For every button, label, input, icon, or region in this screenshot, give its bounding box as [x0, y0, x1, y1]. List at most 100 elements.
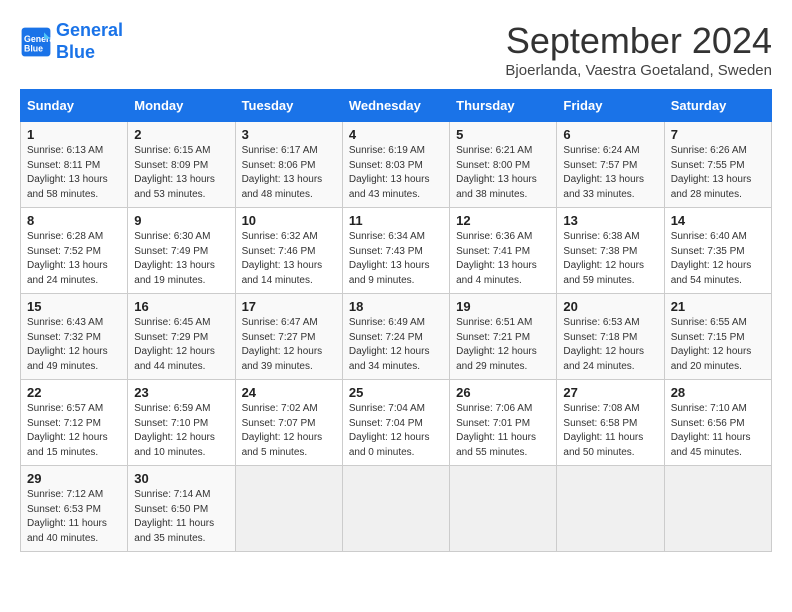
weekday-header-friday: Friday — [557, 90, 664, 122]
weekday-header-saturday: Saturday — [664, 90, 771, 122]
calendar-cell: 4 Sunrise: 6:19 AMSunset: 8:03 PMDaylight… — [342, 122, 449, 208]
logo-icon: General Blue — [20, 26, 52, 58]
title-block: September 2024 Bjoerlanda, Vaestra Goeta… — [505, 20, 772, 79]
calendar-cell: 24 Sunrise: 7:02 AMSunset: 7:07 PMDayligh… — [235, 380, 342, 466]
calendar-body: 1 Sunrise: 6:13 AMSunset: 8:11 PMDaylight… — [21, 122, 772, 552]
cell-info: Sunrise: 6:26 AMSunset: 7:55 PMDaylight:… — [671, 144, 765, 202]
cell-info: Sunrise: 7:06 AMSunset: 7:01 PMDaylight:… — [456, 402, 550, 460]
day-number: 30 — [134, 471, 228, 486]
calendar-week-2: 8Sunrise: 6:28 AMSunset: 7:52 PMDaylight… — [21, 208, 772, 294]
day-number: 26 — [456, 385, 550, 400]
calendar-week-3: 15 Sunrise: 6:43 AMSunset: 7:32 PMDayligh… — [21, 294, 772, 380]
month-title: September 2024 — [505, 20, 772, 62]
cell-info: Sunrise: 6:38 AMSunset: 7:38 PMDaylight:… — [563, 230, 657, 288]
day-number: 10 — [242, 213, 336, 228]
calendar-cell — [557, 466, 664, 552]
cell-info: Sunrise: 6:51 AMSunset: 7:21 PMDaylight:… — [456, 316, 550, 374]
cell-info: Sunrise: 6:21 AMSunset: 8:00 PMDaylight:… — [456, 144, 550, 202]
day-number: 18 — [349, 299, 443, 314]
calendar-cell: 3 Sunrise: 6:17 AMSunset: 8:06 PMDaylight… — [235, 122, 342, 208]
calendar-cell: 11Sunrise: 6:34 AMSunset: 7:43 PMDayligh… — [342, 208, 449, 294]
calendar-header: SundayMondayTuesdayWednesdayThursdayFrid… — [21, 90, 772, 122]
calendar-cell: 27Sunrise: 7:08 AMSunset: 6:58 PMDayligh… — [557, 380, 664, 466]
calendar-cell: 13Sunrise: 6:38 AMSunset: 7:38 PMDayligh… — [557, 208, 664, 294]
cell-info: Sunrise: 6:30 AMSunset: 7:49 PMDaylight:… — [134, 230, 228, 288]
calendar-cell: 12 Sunrise: 6:36 AMSunset: 7:41 PMDayligh… — [450, 208, 557, 294]
calendar-cell: 17 Sunrise: 6:47 AMSunset: 7:27 PMDayligh… — [235, 294, 342, 380]
day-number: 12 — [456, 213, 550, 228]
calendar-cell — [664, 466, 771, 552]
cell-info: Sunrise: 7:02 AMSunset: 7:07 PMDaylight:… — [242, 402, 336, 460]
calendar-cell: 18 Sunrise: 6:49 AMSunset: 7:24 PMDayligh… — [342, 294, 449, 380]
cell-info: Sunrise: 7:10 AMSunset: 6:56 PMDaylight:… — [671, 402, 765, 460]
calendar-cell: 6 Sunrise: 6:24 AMSunset: 7:57 PMDaylight… — [557, 122, 664, 208]
day-number: 3 — [242, 127, 336, 142]
cell-info: Sunrise: 6:47 AMSunset: 7:27 PMDaylight:… — [242, 316, 336, 374]
day-number: 15 — [27, 299, 121, 314]
day-number: 14 — [671, 213, 765, 228]
cell-info: Sunrise: 6:36 AMSunset: 7:41 PMDaylight:… — [456, 230, 550, 288]
weekday-header-monday: Monday — [128, 90, 235, 122]
cell-info: Sunrise: 6:45 AMSunset: 7:29 PMDaylight:… — [134, 316, 228, 374]
calendar-week-1: 1 Sunrise: 6:13 AMSunset: 8:11 PMDaylight… — [21, 122, 772, 208]
day-number: 24 — [242, 385, 336, 400]
header-row: SundayMondayTuesdayWednesdayThursdayFrid… — [21, 90, 772, 122]
calendar-cell: 25 Sunrise: 7:04 AMSunset: 7:04 PMDayligh… — [342, 380, 449, 466]
calendar-cell: 2Sunrise: 6:15 AMSunset: 8:09 PMDaylight… — [128, 122, 235, 208]
calendar-cell: 15 Sunrise: 6:43 AMSunset: 7:32 PMDayligh… — [21, 294, 128, 380]
calendar-cell: 14Sunrise: 6:40 AMSunset: 7:35 PMDayligh… — [664, 208, 771, 294]
calendar-cell — [450, 466, 557, 552]
logo-subtext: Blue — [56, 42, 123, 64]
calendar-cell: 29Sunrise: 7:12 AMSunset: 6:53 PMDayligh… — [21, 466, 128, 552]
day-number: 5 — [456, 127, 550, 142]
calendar-cell: 8Sunrise: 6:28 AMSunset: 7:52 PMDaylight… — [21, 208, 128, 294]
day-number: 20 — [563, 299, 657, 314]
calendar-cell: 28 Sunrise: 7:10 AMSunset: 6:56 PMDayligh… — [664, 380, 771, 466]
cell-info: Sunrise: 7:04 AMSunset: 7:04 PMDaylight:… — [349, 402, 443, 460]
calendar-cell: 1 Sunrise: 6:13 AMSunset: 8:11 PMDaylight… — [21, 122, 128, 208]
page-header: General Blue General Blue September 2024… — [20, 20, 772, 79]
day-number: 23 — [134, 385, 228, 400]
location: Bjoerlanda, Vaestra Goetaland, Sweden — [505, 62, 772, 79]
day-number: 29 — [27, 471, 121, 486]
svg-text:General: General — [24, 34, 52, 44]
day-number: 6 — [563, 127, 657, 142]
calendar-cell — [342, 466, 449, 552]
day-number: 7 — [671, 127, 765, 142]
cell-info: Sunrise: 6:17 AMSunset: 8:06 PMDaylight:… — [242, 144, 336, 202]
cell-info: Sunrise: 6:28 AMSunset: 7:52 PMDaylight:… — [27, 230, 121, 288]
day-number: 22 — [27, 385, 121, 400]
calendar-cell: 5 Sunrise: 6:21 AMSunset: 8:00 PMDaylight… — [450, 122, 557, 208]
day-number: 4 — [349, 127, 443, 142]
cell-info: Sunrise: 6:13 AMSunset: 8:11 PMDaylight:… — [27, 144, 121, 202]
day-number: 11 — [349, 213, 443, 228]
calendar-cell — [235, 466, 342, 552]
cell-info: Sunrise: 6:15 AMSunset: 8:09 PMDaylight:… — [134, 144, 228, 202]
cell-info: Sunrise: 6:24 AMSunset: 7:57 PMDaylight:… — [563, 144, 657, 202]
calendar-cell: 21Sunrise: 6:55 AMSunset: 7:15 PMDayligh… — [664, 294, 771, 380]
cell-info: Sunrise: 6:49 AMSunset: 7:24 PMDaylight:… — [349, 316, 443, 374]
cell-info: Sunrise: 6:19 AMSunset: 8:03 PMDaylight:… — [349, 144, 443, 202]
logo: General Blue General Blue — [20, 20, 123, 63]
day-number: 17 — [242, 299, 336, 314]
weekday-header-wednesday: Wednesday — [342, 90, 449, 122]
day-number: 27 — [563, 385, 657, 400]
calendar-cell: 10 Sunrise: 6:32 AMSunset: 7:46 PMDayligh… — [235, 208, 342, 294]
cell-info: Sunrise: 6:53 AMSunset: 7:18 PMDaylight:… — [563, 316, 657, 374]
day-number: 28 — [671, 385, 765, 400]
calendar-cell: 7 Sunrise: 6:26 AMSunset: 7:55 PMDaylight… — [664, 122, 771, 208]
calendar-cell: 23 Sunrise: 6:59 AMSunset: 7:10 PMDayligh… — [128, 380, 235, 466]
day-number: 1 — [27, 127, 121, 142]
weekday-header-tuesday: Tuesday — [235, 90, 342, 122]
cell-info: Sunrise: 6:43 AMSunset: 7:32 PMDaylight:… — [27, 316, 121, 374]
day-number: 25 — [349, 385, 443, 400]
calendar-cell: 20 Sunrise: 6:53 AMSunset: 7:18 PMDayligh… — [557, 294, 664, 380]
weekday-header-thursday: Thursday — [450, 90, 557, 122]
calendar-cell: 26 Sunrise: 7:06 AMSunset: 7:01 PMDayligh… — [450, 380, 557, 466]
cell-info: Sunrise: 6:59 AMSunset: 7:10 PMDaylight:… — [134, 402, 228, 460]
svg-text:Blue: Blue — [24, 43, 43, 53]
cell-info: Sunrise: 6:32 AMSunset: 7:46 PMDaylight:… — [242, 230, 336, 288]
logo-text: General — [56, 20, 123, 42]
calendar-week-5: 29Sunrise: 7:12 AMSunset: 6:53 PMDayligh… — [21, 466, 772, 552]
calendar-cell: 22Sunrise: 6:57 AMSunset: 7:12 PMDayligh… — [21, 380, 128, 466]
